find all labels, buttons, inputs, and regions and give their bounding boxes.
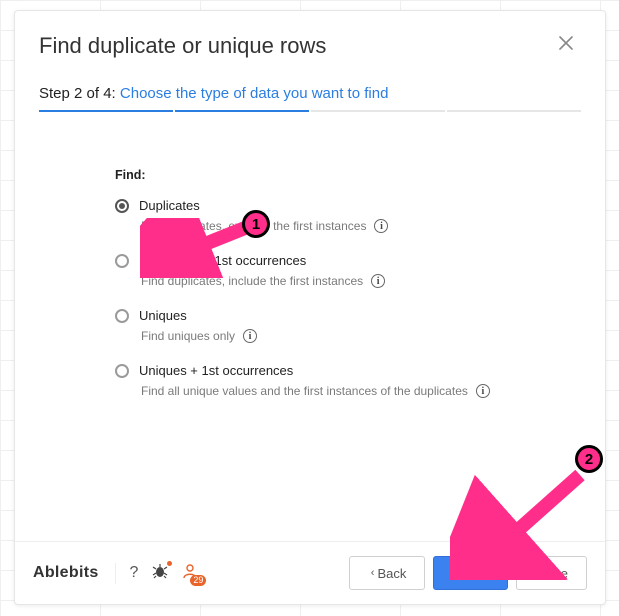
radio-icon[interactable]	[115, 199, 129, 213]
annotation-marker-2: 2	[575, 445, 603, 473]
option-uniques-1st[interactable]: Uniques + 1st occurrences Find all uniqu…	[115, 363, 565, 398]
dialog-footer: Ablebits ? 29 ‹ Back Next › Close	[15, 541, 605, 604]
option-description: Find uniques only	[141, 329, 235, 343]
progress-segment	[311, 110, 445, 112]
back-button-label: Back	[377, 566, 406, 581]
option-description: Find duplicates, include the first insta…	[141, 274, 363, 288]
radio-icon[interactable]	[115, 364, 129, 378]
person-icon[interactable]: 29	[182, 563, 198, 584]
step-description: Choose the type of data you want to find	[120, 85, 389, 102]
progress-segment	[175, 110, 309, 112]
close-button-label: Close	[535, 566, 568, 581]
chevron-left-icon: ‹	[371, 567, 375, 579]
info-icon[interactable]: i	[374, 219, 388, 233]
option-label: Duplicates	[139, 198, 200, 213]
help-icon[interactable]: ?	[130, 564, 139, 582]
info-icon[interactable]: i	[243, 329, 257, 343]
option-label: Uniques	[139, 308, 187, 323]
option-description: Find all unique values and the first ins…	[141, 384, 468, 398]
info-icon[interactable]: i	[371, 274, 385, 288]
option-uniques[interactable]: Uniques Find uniques only i	[115, 308, 565, 343]
dialog-title: Find duplicate or unique rows	[39, 33, 555, 59]
bug-icon[interactable]	[152, 563, 168, 584]
back-button[interactable]: ‹ Back	[349, 556, 426, 590]
footer-icons: ? 29	[115, 563, 199, 584]
radio-icon[interactable]	[115, 309, 129, 323]
info-icon[interactable]: i	[476, 384, 490, 398]
find-label: Find:	[115, 168, 565, 182]
dialog-body: Find: Duplicates Find duplicates, exclud…	[15, 118, 605, 541]
dialog: Find duplicate or unique rows Step 2 of …	[14, 10, 606, 605]
progress-segment	[39, 110, 173, 112]
annotation-marker-1: 1	[242, 210, 270, 238]
step-prefix: Step 2 of 4:	[39, 85, 116, 102]
next-button-label: Next	[452, 566, 479, 581]
chevron-right-icon: ›	[482, 567, 486, 579]
option-label: Uniques + 1st occurrences	[139, 363, 293, 378]
notification-badge: 29	[190, 575, 206, 586]
dialog-header: Find duplicate or unique rows	[15, 11, 605, 75]
next-button[interactable]: Next ›	[433, 556, 507, 590]
radio-icon[interactable]	[115, 254, 129, 268]
option-label: Duplicates + 1st occurrences	[139, 253, 306, 268]
brand-label: Ablebits	[33, 564, 99, 582]
progress-bar	[15, 110, 605, 118]
step-indicator: Step 2 of 4: Choose the type of data you…	[15, 75, 605, 110]
close-button[interactable]: Close	[516, 556, 587, 590]
close-icon[interactable]	[555, 33, 577, 55]
progress-segment	[447, 110, 581, 112]
option-duplicates-1st[interactable]: Duplicates + 1st occurrences Find duplic…	[115, 253, 565, 288]
option-duplicates[interactable]: Duplicates Find duplicates, exclude the …	[115, 198, 565, 233]
